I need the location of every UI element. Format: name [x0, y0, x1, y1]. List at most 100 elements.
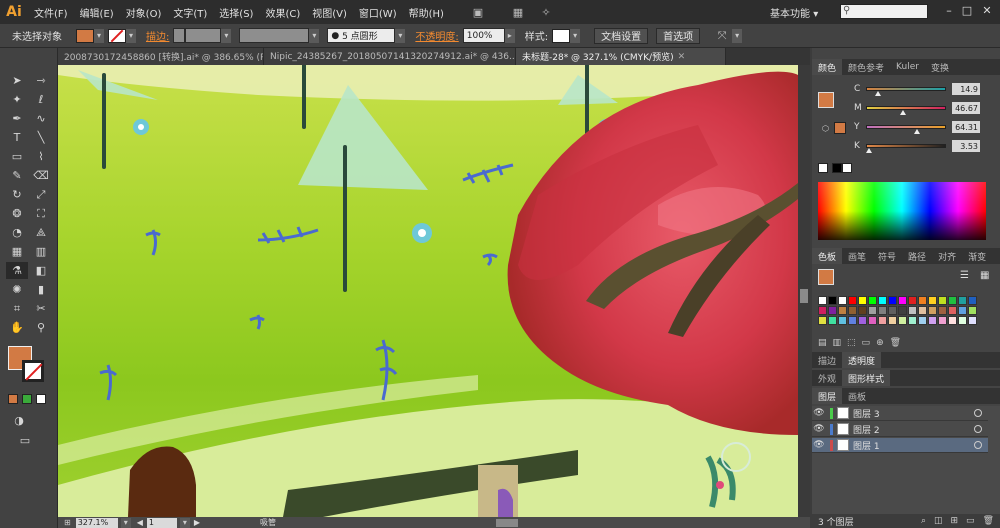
scrollbar-thumb[interactable]	[800, 289, 808, 303]
stroke-weight-stepper[interactable]	[173, 28, 186, 43]
stroke-weight-field[interactable]	[185, 28, 222, 43]
fill-swatch[interactable]	[76, 28, 94, 43]
slice-icon[interactable]: ✂	[30, 300, 52, 317]
lasso-icon[interactable]: ℓ	[30, 91, 52, 108]
list-view-icon[interactable]: ☰	[960, 270, 969, 281]
brush-definition-select[interactable]: ● 5 点圆形	[327, 28, 396, 43]
swatch[interactable]	[888, 316, 897, 325]
color-mode-button[interactable]	[8, 394, 18, 404]
mesh-icon[interactable]: ▦	[6, 243, 28, 260]
color-spectrum[interactable]	[818, 182, 986, 240]
layer-name[interactable]: 图层 1	[853, 439, 880, 452]
swatch[interactable]	[838, 306, 847, 315]
pen-icon[interactable]: ✒	[6, 110, 28, 127]
hand-icon[interactable]: ✋	[6, 319, 28, 336]
swatch[interactable]	[828, 316, 837, 325]
clipping-mask-icon[interactable]: ◫	[934, 516, 943, 526]
new-color-group-icon[interactable]: ▭	[862, 338, 871, 348]
tab-symbols[interactable]: 符号	[872, 248, 902, 264]
swatch[interactable]	[818, 316, 827, 325]
swatch[interactable]	[908, 306, 917, 315]
swatch[interactable]	[828, 306, 837, 315]
new-sublayer-icon[interactable]: ⊞	[951, 516, 959, 526]
stroke-color-box[interactable]	[22, 360, 44, 382]
swatch[interactable]	[908, 316, 917, 325]
tab-graphic-styles[interactable]: 图形样式	[842, 370, 891, 386]
delete-swatch-icon[interactable]: 🗑	[890, 338, 901, 348]
swatch[interactable]	[968, 316, 977, 325]
swatch[interactable]	[968, 306, 977, 315]
opacity-field[interactable]: 100%	[462, 28, 505, 43]
swatch[interactable]	[918, 306, 927, 315]
tab-kuler[interactable]: Kuler	[890, 59, 925, 75]
swatch[interactable]	[928, 296, 937, 305]
swatch[interactable]	[958, 316, 967, 325]
rotate-icon[interactable]: ↻	[6, 186, 28, 203]
tab-artboards[interactable]: 画板	[842, 388, 872, 404]
chevron-right-icon[interactable]: ▸	[504, 28, 515, 43]
chevron-down-icon[interactable]: ▾	[221, 28, 232, 43]
swatch[interactable]	[958, 296, 967, 305]
eye-icon[interactable]: 👁	[812, 440, 826, 450]
locate-object-icon[interactable]: ⌕	[921, 516, 926, 526]
swatch[interactable]	[928, 316, 937, 325]
arrange-documents-icon[interactable]: ▦	[508, 4, 528, 20]
zoom-level-field[interactable]: 327.1%	[75, 517, 118, 528]
gradient-icon[interactable]: ▥	[30, 243, 52, 260]
search-input[interactable]: ⚲	[840, 4, 928, 19]
tab-transparency[interactable]: 透明度	[842, 352, 882, 368]
chevron-down-icon[interactable]: ▾	[120, 517, 131, 528]
swatch[interactable]	[858, 316, 867, 325]
magenta-value[interactable]: 46.67	[952, 102, 980, 114]
tab-swatches[interactable]: 色板	[812, 248, 843, 264]
rectangle-icon[interactable]: ▭	[6, 148, 28, 165]
artboard-canvas[interactable]	[58, 65, 798, 517]
draw-mode-icon[interactable]: ◑	[8, 412, 30, 429]
perspective-icon[interactable]: ⟁	[30, 224, 52, 241]
swatch[interactable]	[858, 306, 867, 315]
swatch[interactable]	[838, 316, 847, 325]
bridge-icon[interactable]: ▣	[468, 4, 488, 20]
shape-builder-icon[interactable]: ◔	[6, 224, 28, 241]
tab-stroke[interactable]: 描边	[812, 352, 842, 368]
yellow-value[interactable]: 64.31	[952, 121, 980, 133]
swatch[interactable]	[838, 296, 847, 305]
tab-document-3[interactable]: 未标题-28* @ 327.1% (CMYK/预览) ✕	[516, 48, 726, 65]
swatch[interactable]	[878, 316, 887, 325]
tab-appearance[interactable]: 外观	[812, 370, 842, 386]
menu-effect[interactable]: 效果(C)	[259, 5, 306, 20]
swatch[interactable]	[848, 306, 857, 315]
menu-object[interactable]: 对象(O)	[120, 5, 168, 20]
maximize-button[interactable]: □	[960, 4, 974, 18]
swatch[interactable]	[938, 306, 947, 315]
screen-mode-icon[interactable]: ▭	[14, 432, 36, 449]
close-button[interactable]: ✕	[980, 4, 994, 18]
target-icon[interactable]	[974, 409, 982, 417]
pencil-icon[interactable]: ✎	[6, 167, 28, 184]
menu-type[interactable]: 文字(T)	[167, 5, 213, 20]
layer-row[interactable]: 👁 图层 3	[812, 406, 988, 421]
swatch[interactable]	[948, 296, 957, 305]
yellow-slider[interactable]: Y 64.31	[854, 120, 1000, 134]
swatch[interactable]	[938, 296, 947, 305]
swatch[interactable]	[958, 306, 967, 315]
curvature-icon[interactable]: ∿	[30, 110, 52, 127]
swatch[interactable]	[948, 306, 957, 315]
tab-gradient[interactable]: 渐变	[962, 248, 992, 264]
swatch[interactable]	[938, 316, 947, 325]
chevron-down-icon[interactable]: ▾	[179, 517, 190, 528]
black-value[interactable]: 3.53	[952, 140, 980, 152]
black-slider[interactable]: K 3.53	[854, 139, 1000, 153]
tab-align[interactable]: 对齐	[932, 248, 962, 264]
next-artboard-icon[interactable]: ▶	[194, 518, 200, 527]
layer-row[interactable]: 👁 图层 1	[812, 438, 988, 453]
chevron-down-icon[interactable]: ▾	[309, 28, 320, 43]
swatch[interactable]	[968, 296, 977, 305]
variable-width-profile[interactable]	[239, 28, 310, 43]
magic-wand-icon[interactable]: ✦	[6, 91, 28, 108]
vertical-scrollbar[interactable]	[798, 65, 810, 517]
color-panel-fill[interactable]	[818, 92, 834, 108]
symbol-sprayer-icon[interactable]: ✺	[6, 281, 28, 298]
slider-thumb[interactable]	[900, 110, 906, 115]
opacity-label[interactable]: 不透明度:	[411, 28, 462, 43]
